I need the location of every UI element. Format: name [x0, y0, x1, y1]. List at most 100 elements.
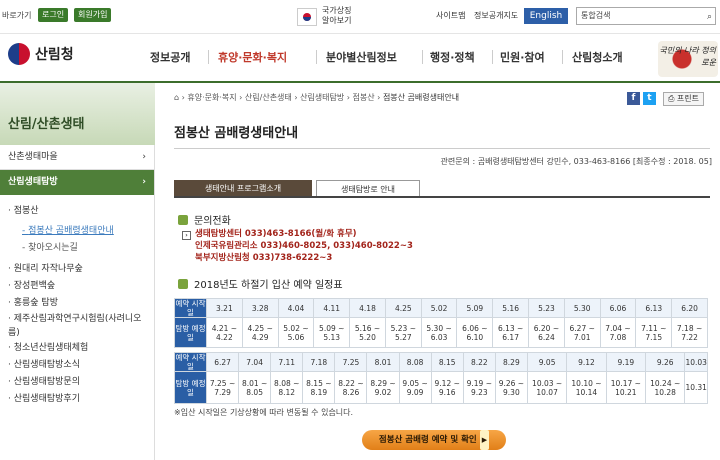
visit-date-cell: 5.16 ~ 5.20 — [349, 317, 386, 348]
sidebar-item-label: 산촌생태마을 — [8, 152, 58, 162]
sub-item-gombaeryeong[interactable]: - 점봉산 곰배령생태안내 — [0, 223, 154, 240]
visit-date-cell: 4.25 ~ 4.29 — [241, 317, 279, 348]
menu-about[interactable]: 산림청소개 — [572, 49, 623, 65]
start-date-cell: 4.04 — [277, 298, 315, 318]
sidebar-item-ecotour[interactable]: 산림생태탐방 › — [0, 170, 154, 195]
start-date-cell: 5.02 — [420, 298, 458, 318]
menu-divider — [208, 50, 209, 64]
sitemap-link[interactable]: 사이트맵 — [436, 10, 465, 21]
menu-civil[interactable]: 민원·참여 — [500, 49, 545, 65]
menu-divider — [422, 50, 423, 64]
bullet-icon — [178, 278, 188, 289]
breadcrumb-item[interactable]: 점봉산 — [353, 93, 375, 102]
info-map-link[interactable]: 정보공개지도 — [474, 10, 518, 21]
start-date-cell: 8.08 — [398, 352, 432, 372]
sidebar-item-village[interactable]: 산촌생태마을 › — [0, 145, 154, 170]
visit-date-cell: 7.11 ~ 7.15 — [635, 317, 673, 348]
breadcrumb-current: 점봉산 곰배령생태안내 — [382, 93, 460, 102]
visit-date-cell: 9.12 ~ 9.16 — [430, 371, 464, 404]
menu-recreation[interactable]: 휴양·문화·복지 — [218, 49, 287, 65]
phone-list: › 생태탐방센터 033)463-8166(월/화 휴무) 인제국유림관리소 03… — [182, 228, 413, 264]
sub-item-inquiry[interactable]: · 산림생태탐방문의 — [0, 374, 154, 391]
chevron-right-icon: › — [142, 177, 146, 187]
section-schedule: 2018년도 하절기 입산 예약 일정표 — [178, 276, 343, 291]
row-header: 예약 시작일 — [174, 352, 207, 372]
visit-date-cell: 8.08 ~ 8.12 — [270, 371, 304, 404]
sub-item-hongreung[interactable]: · 홍릉숲 탐방 — [0, 295, 154, 312]
row-header: 예약 시작일 — [174, 298, 207, 318]
phone-item: › 생태탐방센터 033)463-8166(월/화 휴무) — [182, 228, 413, 240]
visit-date-cell: 9.19 ~ 9.23 — [462, 371, 496, 404]
reservation-button[interactable]: 점봉산 곰배령 예약 및 확인 ▶ — [362, 430, 506, 450]
visit-date-cell: 10.17 ~ 10.21 — [605, 371, 647, 404]
share-tools: f t ⎙ 프린트 — [626, 92, 704, 106]
start-date-cell: 6.27 — [205, 352, 240, 372]
national-symbol-link[interactable]: 국가상징 알아보기 — [322, 6, 358, 26]
sidebar-item-label: 산림생태탐방 — [8, 177, 58, 187]
schedule-table-2: 예약 시작일 6.27 7.04 7.11 7.18 7.25 8.01 8.08 8.15 8.… — [174, 352, 708, 404]
breadcrumb-item[interactable]: 휴양·문화·복지 — [187, 93, 236, 102]
slogan-banner: 국민의 나라 정의로운 — [658, 41, 718, 77]
start-date-cell: 9.12 — [566, 352, 607, 372]
phone-item: 북부지방산림청 033)738-6222~3 — [195, 253, 333, 263]
start-date-cell: 8.22 — [462, 352, 496, 372]
breadcrumb-item[interactable]: 산림생태탐방 — [300, 93, 344, 102]
login-button[interactable]: 로그인 — [38, 8, 69, 22]
visit-date-cell: 5.30 ~ 6.03 — [420, 317, 458, 348]
menu-divider — [492, 50, 493, 64]
visit-date-cell: 10.10 ~ 10.14 — [566, 371, 607, 404]
start-date-cell: 5.30 — [563, 298, 601, 318]
start-date-cell: 4.25 — [384, 298, 422, 318]
logo-emblem-icon — [8, 43, 30, 65]
national-flag-icon — [297, 8, 317, 26]
sub-item-directions[interactable]: - 찾아오시는길 — [0, 240, 154, 257]
twitter-icon[interactable]: t — [642, 92, 656, 105]
start-date-cell: 6.20 — [671, 298, 708, 318]
start-date-cell: 10.03 — [684, 352, 708, 372]
menu-info[interactable]: 정보공개 — [150, 49, 190, 65]
search-icon[interactable]: ⌕ — [707, 9, 712, 25]
title-divider — [174, 148, 710, 149]
visit-date-cell: 8.29 ~ 9.02 — [366, 371, 400, 404]
tab-trail[interactable]: 생태탐방로 안내 — [316, 180, 420, 197]
sub-item-jeju[interactable]: · 제주산림과학연구시험림(사려니오름) — [0, 312, 150, 340]
breadcrumb-item[interactable]: 산림/산촌생태 — [245, 93, 292, 102]
schedule-note: ※입산 시작일은 기상상황에 따라 변동될 수 있습니다. — [174, 408, 354, 417]
site-logo[interactable]: 산림청 — [8, 43, 74, 65]
visit-date-cell: 8.22 ~ 8.26 — [334, 371, 368, 404]
main-navigation: 산림청 정보공개 휴양·문화·복지 분야별산림정보 행정·정책 민원·참여 산림… — [0, 35, 720, 83]
sub-item-jeombongsan[interactable]: · 점봉산 — [0, 203, 154, 220]
start-date-cell: 8.01 — [366, 352, 400, 372]
top-utility-bar: 바로가기 로그인 회원가입 국가상징 알아보기 사이트맵 정보공개지도 Engl… — [0, 0, 720, 34]
join-button[interactable]: 회원가입 — [74, 8, 112, 22]
visit-date-cell: 8.15 ~ 8.19 — [302, 371, 336, 404]
start-date-cell: 7.18 — [302, 352, 336, 372]
visit-date-cell: 10.24 ~ 10.28 — [645, 371, 686, 404]
visit-date-cell: 6.06 ~ 6.10 — [456, 317, 494, 348]
visit-date-cell: 6.13 ~ 6.17 — [492, 317, 530, 348]
start-date-cell: 7.04 — [238, 352, 272, 372]
facebook-icon[interactable]: f — [626, 92, 640, 105]
menu-policy[interactable]: 행정·정책 — [430, 49, 475, 65]
sub-item-birch[interactable]: · 원대리 자작나무숲 — [0, 261, 154, 278]
start-date-cell: 6.13 — [635, 298, 673, 318]
print-button[interactable]: ⎙ 프린트 — [662, 92, 704, 106]
sub-item-pyeonbaek[interactable]: · 장성편백숲 — [0, 278, 154, 295]
menu-divider — [316, 50, 317, 64]
start-date-cell: 9.05 — [526, 352, 568, 372]
page-title: 점봉산 곰배령생태안내 — [174, 126, 299, 141]
visit-date-cell: 5.09 ~ 5.13 — [313, 317, 351, 348]
english-button[interactable]: English — [524, 8, 568, 24]
menu-forest-info[interactable]: 분야별산림정보 — [326, 49, 397, 65]
left-sidebar: 산림/산촌생태 산촌생태마을 › 산림생태탐방 › · 점봉산 - 점봉산 곰배령생… — [0, 83, 155, 460]
search-input[interactable]: 통합검색 ⌕ — [576, 7, 716, 25]
start-date-cell: 5.16 — [492, 298, 530, 318]
home-icon[interactable]: ⌂ — [174, 93, 179, 102]
row-header: 탐방 예정일 — [174, 317, 207, 348]
sub-item-youth[interactable]: · 청소년산림생태체험 — [0, 340, 154, 357]
visit-date-cell: 7.04 ~ 7.08 — [599, 317, 637, 348]
sub-item-review[interactable]: · 산림생태탐방후기 — [0, 391, 154, 408]
tab-program[interactable]: 생태안내 프로그램소개 — [174, 180, 312, 197]
visit-date-cell: 10.31 — [684, 371, 708, 404]
sub-item-news[interactable]: · 산림생태탐방소식 — [0, 357, 154, 374]
